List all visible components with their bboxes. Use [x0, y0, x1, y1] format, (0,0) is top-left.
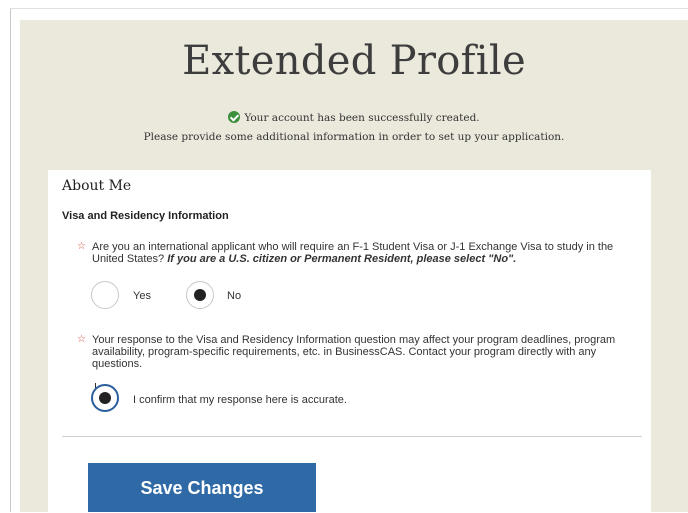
check-circle-icon: [228, 111, 241, 123]
info-message: Please provide some additional informati…: [143, 131, 565, 143]
confirm-label[interactable]: I confirm that my response here is accur…: [133, 394, 347, 406]
subsection-title-visa: Visa and Residency Information: [62, 210, 229, 222]
radio-no[interactable]: [186, 281, 214, 309]
required-star-icon: ☆: [77, 334, 86, 345]
window-border-top: [10, 8, 688, 9]
visa-question-emphasis: If you are a U.S. citizen or Permanent R…: [167, 253, 517, 265]
section-title-about-me: About Me: [62, 178, 132, 194]
success-message: Your account has been successfully creat…: [20, 111, 688, 124]
page-title: Extended Profile: [182, 38, 526, 84]
required-star-icon: ☆: [77, 241, 86, 252]
save-changes-button[interactable]: Save Changes: [88, 463, 316, 512]
visa-disclaimer: Your response to the Visa and Residency …: [92, 334, 616, 370]
radio-no-label[interactable]: No: [227, 290, 241, 302]
radio-yes-label[interactable]: Yes: [133, 290, 151, 302]
window-border-left: [10, 8, 11, 512]
radio-yes[interactable]: [91, 281, 119, 309]
success-message-text: Your account has been successfully creat…: [244, 112, 480, 124]
confirm-radio[interactable]: [91, 384, 119, 412]
visa-question: Are you an international applicant who w…: [92, 241, 642, 265]
divider: [62, 436, 642, 437]
